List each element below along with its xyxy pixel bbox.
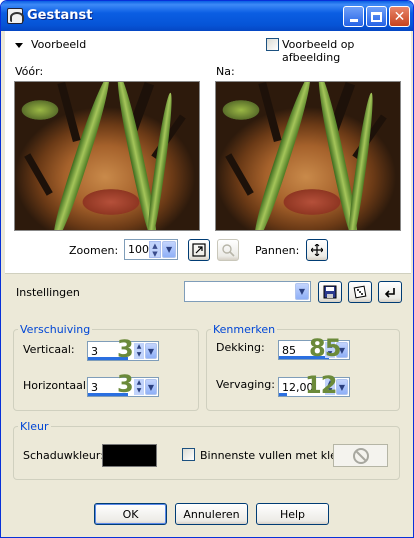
blur-slider[interactable]: [279, 393, 287, 396]
attributes-group: Kenmerken: [206, 323, 400, 411]
ok-button[interactable]: OK: [94, 503, 167, 525]
chevron-down-icon: ▼: [298, 287, 306, 296]
opacity-overlay-number: 85: [309, 334, 341, 362]
horizontal-overlay-number: 3: [117, 370, 134, 398]
preview-on-image-checkbox[interactable]: [266, 38, 279, 51]
collapse-triangle-icon[interactable]: [15, 43, 23, 48]
app-icon: [7, 8, 24, 24]
grass-blade: [250, 82, 316, 230]
window-title: Gestanst: [27, 8, 93, 23]
undo-arrow-icon: [384, 288, 395, 298]
after-preview-image[interactable]: [215, 81, 401, 231]
help-button[interactable]: Help: [256, 503, 329, 525]
separator: [5, 273, 411, 274]
minimize-icon: [349, 19, 358, 22]
grass-blade: [345, 92, 377, 230]
after-label: Na:: [216, 65, 235, 78]
zoom-value: 100: [128, 243, 149, 256]
horizontal-spinner[interactable]: ▲ ▼: [134, 379, 144, 395]
vertical-dropdown-button[interactable]: ▼: [145, 343, 157, 359]
settings-label: Instellingen: [16, 286, 80, 299]
pan-label: Pannen:: [255, 244, 300, 257]
maximize-button[interactable]: [366, 6, 387, 27]
blur-overlay-number: 12: [305, 371, 337, 399]
shadow-color-label: Schaduwkleur:: [23, 449, 104, 462]
zoom-label: Zoomen:: [69, 244, 119, 257]
shadow-color-swatch[interactable]: [102, 444, 157, 467]
tiger-stripe: [24, 153, 53, 196]
zoom-fit-button[interactable]: [188, 239, 210, 261]
maximize-icon: [371, 11, 382, 22]
vertical-overlay-number: 3: [117, 335, 134, 363]
attributes-legend: Kenmerken: [213, 323, 276, 336]
tiger-stripe: [225, 153, 254, 196]
preview-toggle-label[interactable]: Voorbeeld: [31, 38, 86, 51]
inner-fill-label[interactable]: Binnenste vullen met kleur:: [200, 449, 352, 462]
vertical-label: Verticaal:: [23, 343, 75, 356]
magnifier-icon: [222, 244, 235, 257]
close-button[interactable]: ✕: [389, 6, 410, 27]
random-button[interactable]: [348, 281, 372, 303]
blur-label: Vervaging:: [216, 378, 275, 391]
no-color-icon: [352, 447, 369, 464]
minimize-button[interactable]: [343, 6, 364, 27]
horizontal-dropdown-button[interactable]: ▼: [145, 379, 157, 395]
dice-icon: [353, 285, 367, 299]
fill-color-swatch[interactable]: [333, 444, 388, 467]
reset-button[interactable]: [378, 281, 402, 303]
chevron-down-icon: ▼: [166, 245, 173, 254]
preview-on-image-label[interactable]: Voorbeeld op afbeelding: [282, 38, 413, 64]
zoom-dropdown-button[interactable]: ▼: [162, 241, 176, 258]
before-preview-image[interactable]: [14, 81, 200, 231]
zoom-spinner[interactable]: ▲ ▼: [149, 241, 161, 258]
vertical-spinner[interactable]: ▲ ▼: [134, 343, 144, 359]
preset-dropdown-button[interactable]: ▼: [295, 283, 309, 300]
cancel-button[interactable]: Annuleren: [175, 503, 248, 525]
opacity-label: Dekking:: [216, 341, 265, 354]
chevron-down-icon: ▼: [338, 382, 346, 392]
preset-combobox[interactable]: ▼: [184, 281, 311, 302]
close-icon: ✕: [393, 8, 406, 25]
title-bar[interactable]: Gestanst ✕: [1, 1, 413, 31]
tiger-stripe: [57, 82, 81, 143]
tiger-stripe: [258, 82, 282, 143]
before-label: Vóór:: [15, 65, 44, 78]
chevron-down-icon: ▼: [147, 382, 155, 392]
save-preset-button[interactable]: [318, 281, 342, 303]
zoom-actual-button[interactable]: [217, 239, 239, 261]
floppy-disk-icon: [323, 285, 337, 299]
move-icon: [311, 244, 323, 256]
color-legend: Kleur: [20, 420, 49, 433]
horizontal-label: Horizontaal:: [23, 379, 90, 392]
pan-button[interactable]: [306, 239, 328, 261]
zoom-input[interactable]: 100 ▲ ▼ ▼: [124, 239, 178, 260]
inner-fill-checkbox[interactable]: [182, 448, 195, 461]
dialog-window: Gestanst ✕ Voorbeeld Voorbeeld op afbeel…: [0, 0, 414, 538]
blur-dropdown-button[interactable]: ▼: [336, 379, 348, 395]
chevron-down-icon: ▼: [147, 346, 155, 356]
offset-group: Verschuiving: [13, 323, 199, 411]
zoom-fit-icon: [192, 243, 206, 257]
grass-blade: [144, 92, 176, 230]
offset-legend: Verschuiving: [20, 323, 91, 336]
grass-blade: [49, 82, 115, 230]
